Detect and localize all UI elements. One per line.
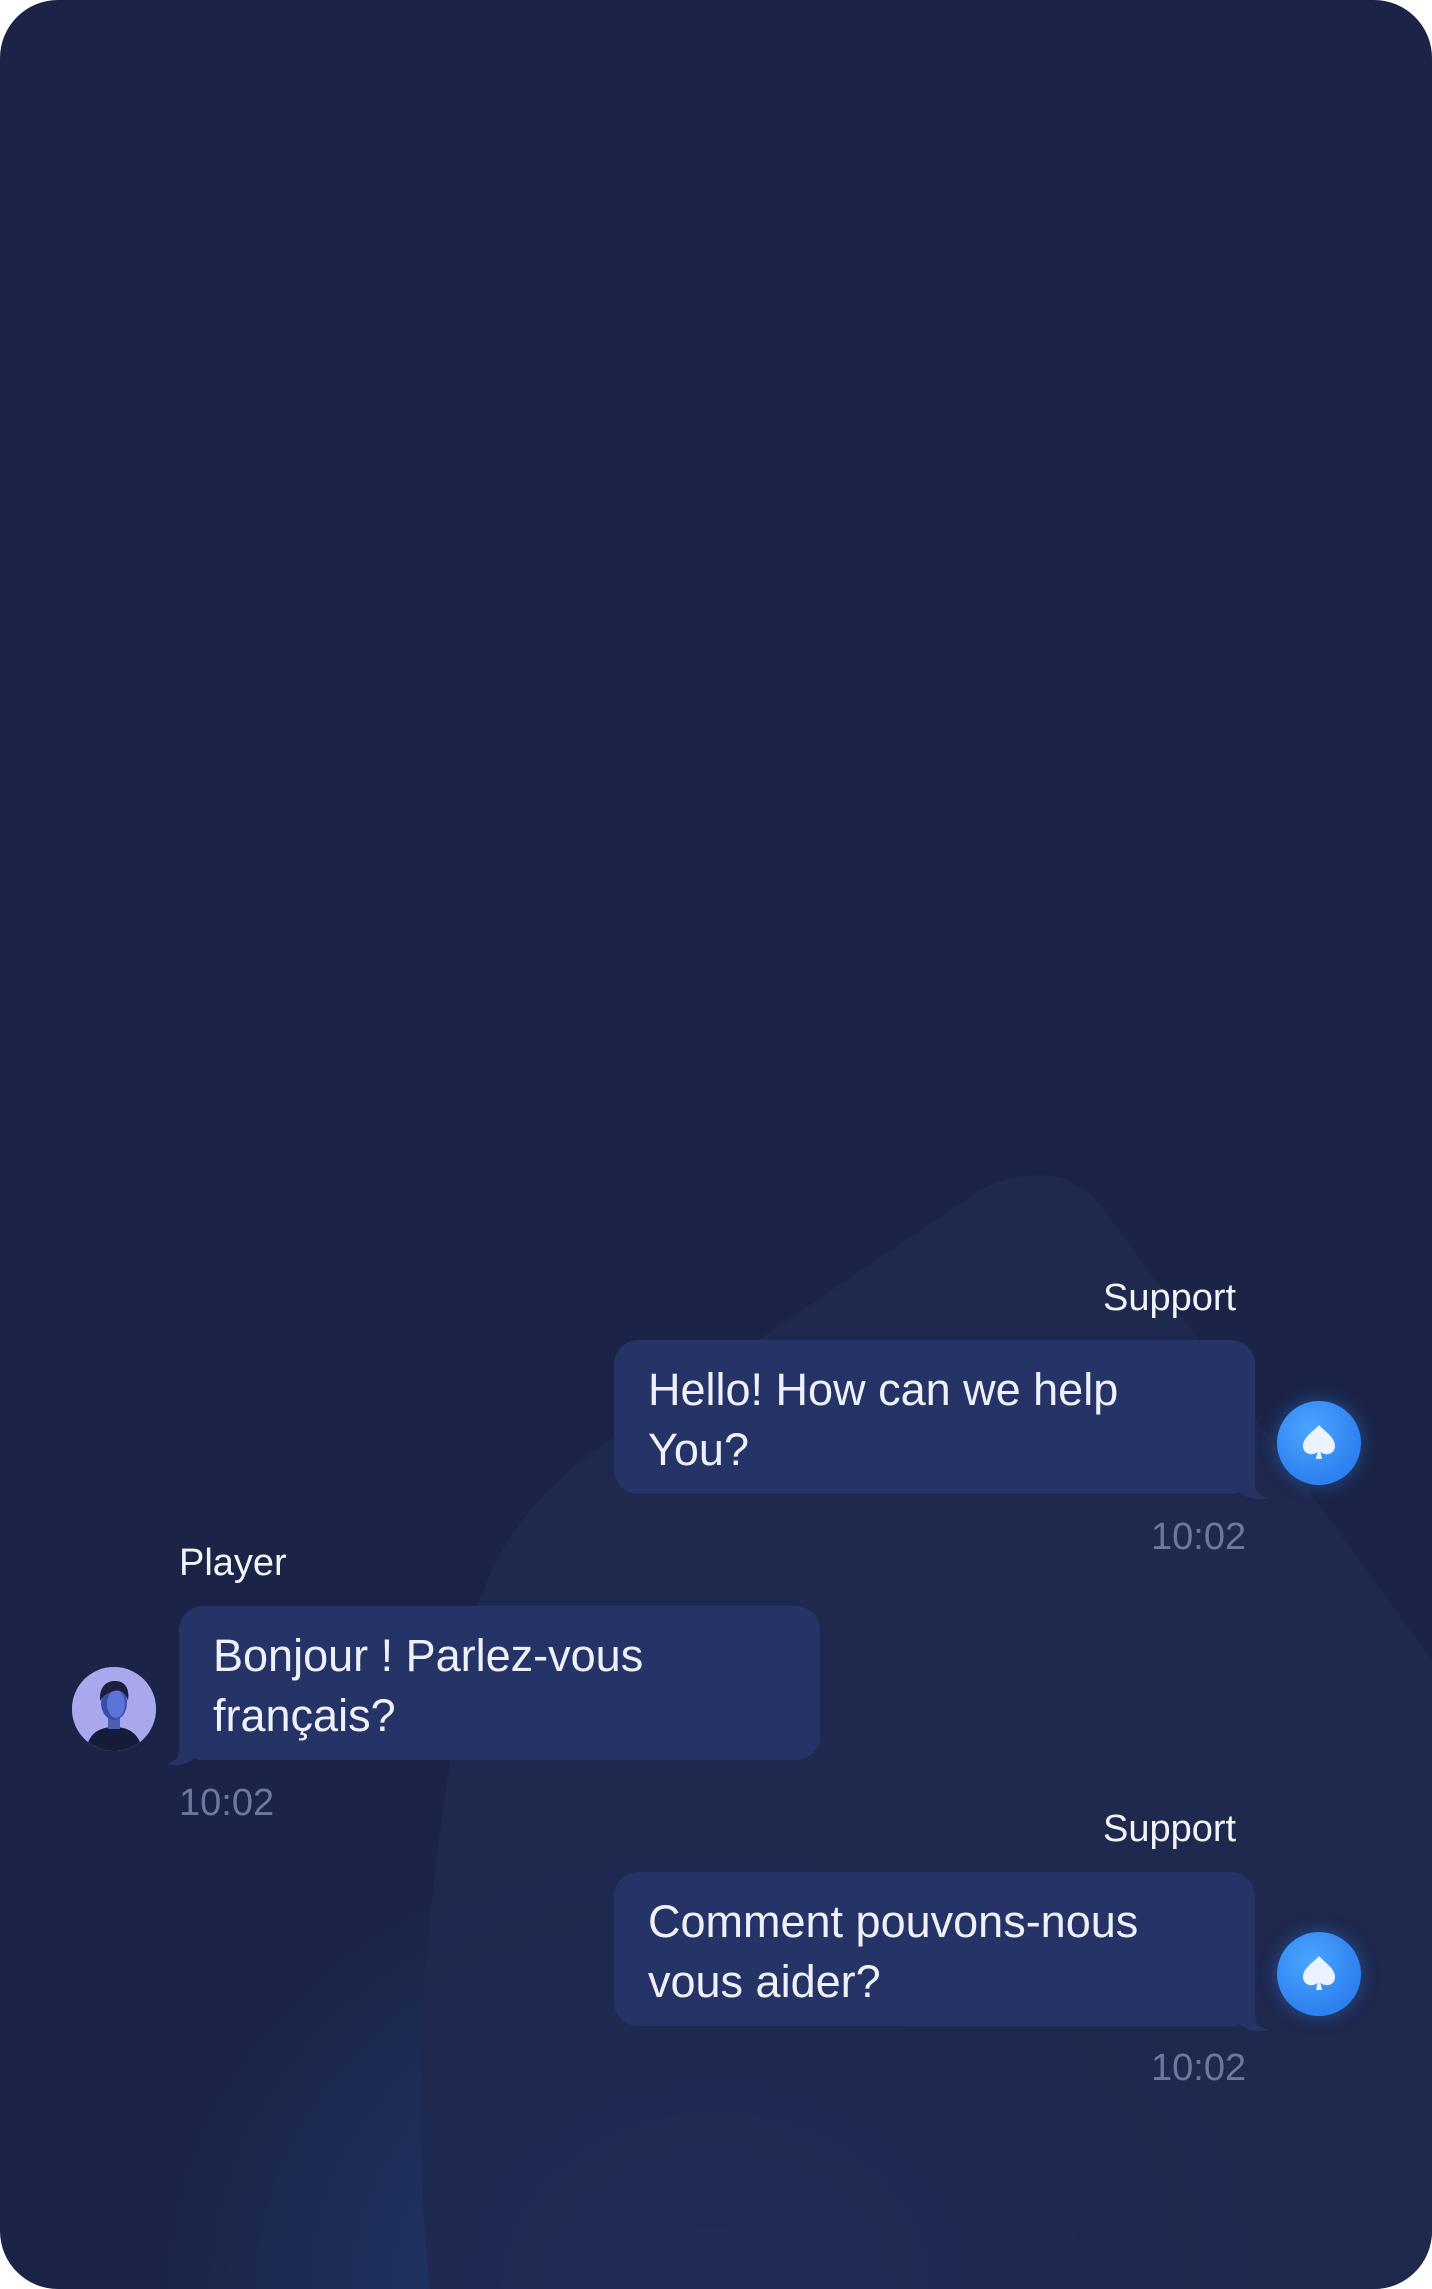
- player-avatar-photo: [72, 1667, 156, 1751]
- message-text-line: Hello! How can we help: [648, 1364, 1119, 1415]
- bubble-tail: [1238, 2002, 1268, 2032]
- support-avatar: [1277, 1932, 1361, 2016]
- player-avatar: [72, 1667, 156, 1751]
- message-text-line: Bonjour ! Parlez-vous: [213, 1630, 644, 1681]
- message-bubble: Comment pouvons-nous vous aider?: [614, 1872, 1255, 2026]
- sender-name: Player: [179, 1542, 287, 1584]
- message-text-line: Comment pouvons-nous: [648, 1896, 1139, 1947]
- bubble-tail: [166, 1736, 196, 1766]
- message-bubble: Bonjour ! Parlez-vous français?: [179, 1606, 820, 1760]
- spade-icon: [1303, 1956, 1335, 1990]
- bubble-tail: [1238, 1470, 1268, 1500]
- support-avatar: [1277, 1401, 1361, 1485]
- message-text-line: vous aider?: [648, 1956, 881, 2007]
- message-time: 10:02: [1151, 2047, 1247, 2089]
- chat-screen: Support Hello! How can we help You? 10:0…: [0, 0, 1432, 2289]
- message-time: 10:02: [179, 1782, 275, 1824]
- sender-name: Support: [1103, 1808, 1237, 1850]
- message-bubble: Hello! How can we help You?: [614, 1340, 1255, 1494]
- message-text-line: You?: [648, 1424, 749, 1475]
- message-text-line: français?: [213, 1690, 396, 1741]
- sender-name: Support: [1103, 1277, 1237, 1319]
- message-time: 10:02: [1151, 1516, 1247, 1558]
- spade-icon: [1303, 1425, 1335, 1459]
